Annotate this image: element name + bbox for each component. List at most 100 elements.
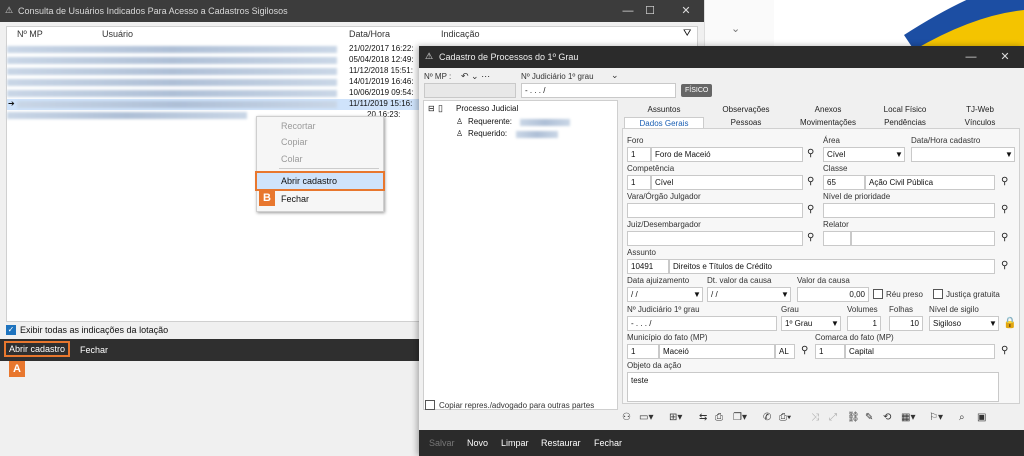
tree-requerido[interactable]: Requerido: [468,129,507,138]
foro-code[interactable]: 1 [627,147,651,162]
table-row[interactable]: 05/04/2018 12:49: [7,55,427,66]
assunto-code[interactable]: 10491 [627,259,669,274]
tag-icon[interactable]: ⚐▾ [929,412,943,423]
collapse-icon[interactable]: ⊟ [428,104,435,113]
close-icon[interactable]: ✕ [674,3,698,19]
menu-abrir-cadastro[interactable]: Abrir cadastro [255,171,385,191]
classe-field[interactable]: Ação Civil Pública [865,175,995,190]
search-icon[interactable]: ⚲ [807,148,814,159]
restaurar-button[interactable]: Restaurar [541,438,581,448]
comarca-field[interactable]: Capital [845,344,995,359]
minimize-icon[interactable]: — [959,49,983,65]
table-row-selected[interactable]: ➔ 11/11/2019 15:16: [7,99,427,110]
tab-assuntos[interactable]: Assuntos [624,104,704,116]
search-icon[interactable]: ⚲ [1001,345,1008,356]
printer-icon[interactable]: ⎙▾ [779,412,791,423]
filter-icon[interactable]: ⛛ [683,28,691,39]
minimize-icon[interactable]: — [616,3,640,19]
search-icon[interactable]: ⚲ [807,204,814,215]
search-icon[interactable]: ⚲ [807,176,814,187]
relator-code[interactable] [823,231,851,246]
area-select[interactable]: Cível [823,147,905,162]
expand-icon[interactable]: ⤢ [829,412,837,423]
maximize-icon[interactable]: ☐ [638,3,662,19]
col-nmp[interactable]: Nº MP [17,29,43,39]
valor-field[interactable]: 0,00 [797,287,869,302]
nj2-field[interactable]: - . . . / [627,316,777,331]
table-row[interactable]: 21/02/2017 16:22: [7,44,427,55]
transfer-icon[interactable]: ⇆ [699,412,707,423]
search-icon[interactable]: ⚲ [807,232,814,243]
process-tree[interactable]: ⊟ ▯ Processo Judicial ♙ Requerente: ♙ Re… [423,100,618,410]
link-icon[interactable]: ⛓ [847,412,860,423]
edit-icon[interactable]: ✎ [865,412,873,423]
chevron-down-icon[interactable]: ⌄ [611,70,619,81]
tab-observacoes[interactable]: Observações [705,104,787,116]
chevron-down-icon[interactable]: ▼ [1005,150,1013,159]
municipio-uf[interactable]: AL [775,344,795,359]
volumes-field[interactable]: 1 [847,316,881,331]
objeto-textarea[interactable]: teste [627,372,999,402]
tab-local-fisico[interactable]: Local Físico [869,104,941,116]
menu-colar[interactable]: Colar [281,154,303,164]
col-indicacao[interactable]: Indicação [441,29,480,39]
phone-icon[interactable]: ✆ [763,412,771,423]
chevron-down-icon[interactable]: ▼ [781,290,789,299]
search-doc-icon[interactable]: ⌕ [959,412,965,423]
close-icon[interactable]: ✕ [993,49,1017,65]
shuffle-icon[interactable]: ⤨ [811,412,819,423]
justica-gratuita-checkbox[interactable] [933,289,943,299]
history-icon[interactable]: ⟲ [883,412,891,423]
menu-recortar[interactable]: Recortar [281,121,316,131]
juiz-field[interactable] [627,231,803,246]
fechar-button[interactable]: Fechar [80,345,108,355]
folhas-field[interactable]: 10 [889,316,923,331]
prioridade-field[interactable] [823,203,995,218]
col-data[interactable]: Data/Hora [349,29,390,39]
table-row[interactable]: 11/12/2018 15:51: [7,66,427,77]
copy-icon[interactable]: ❐▾ [733,412,747,423]
calendar-icon[interactable]: ▦▾ [901,412,915,423]
tab-anexos[interactable]: Anexos [788,104,868,116]
search-icon[interactable]: ⚲ [1001,204,1008,215]
chevron-down-icon[interactable]: ⌄ [731,22,740,35]
tree-icon[interactable]: ⊞▾ [669,412,682,423]
comarca-code[interactable]: 1 [815,344,845,359]
nj-field[interactable]: - . . . / [521,83,676,98]
salvar-button[interactable]: Salvar [429,438,455,448]
data-ajuizamento-field[interactable]: / / [627,287,703,302]
search-icon[interactable]: ⚲ [1001,232,1008,243]
chevron-down-icon[interactable]: ▼ [989,319,997,328]
undo-icon[interactable]: ↶ ⌄ ⋯ [461,71,490,82]
tree-root[interactable]: Processo Judicial [456,104,518,113]
search-icon[interactable]: ⚲ [801,345,808,356]
menu-fechar[interactable]: Fechar [281,194,309,204]
data-cadastro-field[interactable] [911,147,1015,162]
col-usuario[interactable]: Usuário [102,29,133,39]
novo-button[interactable]: Novo [467,438,488,448]
foro-field[interactable]: Foro de Maceió [651,147,803,162]
relator-field[interactable] [851,231,995,246]
gallery-icon[interactable]: ▣ [977,412,986,423]
assunto-field[interactable]: Direitos e Títulos de Crédito [669,259,995,274]
table-row[interactable]: 10/06/2019 09:54: [7,88,427,99]
abrir-cadastro-button[interactable]: Abrir cadastro [3,341,71,357]
folder-icon[interactable]: ▭▾ [639,412,653,423]
municipio-field[interactable]: Maceió [659,344,775,359]
competencia-code[interactable]: 1 [627,175,651,190]
search-icon[interactable]: ⚲ [1001,176,1008,187]
chevron-down-icon[interactable]: ▼ [895,150,903,159]
chevron-down-icon[interactable]: ▼ [693,290,701,299]
tab-tjweb[interactable]: TJ-Web [942,104,1018,116]
chevron-down-icon[interactable]: ▼ [831,319,839,328]
municipio-code[interactable]: 1 [627,344,659,359]
people-icon[interactable]: ⚇ [622,412,631,423]
nmp-field[interactable] [424,83,516,98]
print-icon[interactable]: ⎙ [715,412,723,423]
tree-requerente[interactable]: Requerente: [468,117,512,126]
reu-preso-checkbox[interactable] [873,289,883,299]
dt-valor-field[interactable]: / / [707,287,791,302]
vara-field[interactable] [627,203,803,218]
fechar-button[interactable]: Fechar [594,438,622,448]
competencia-field[interactable]: Cível [651,175,803,190]
